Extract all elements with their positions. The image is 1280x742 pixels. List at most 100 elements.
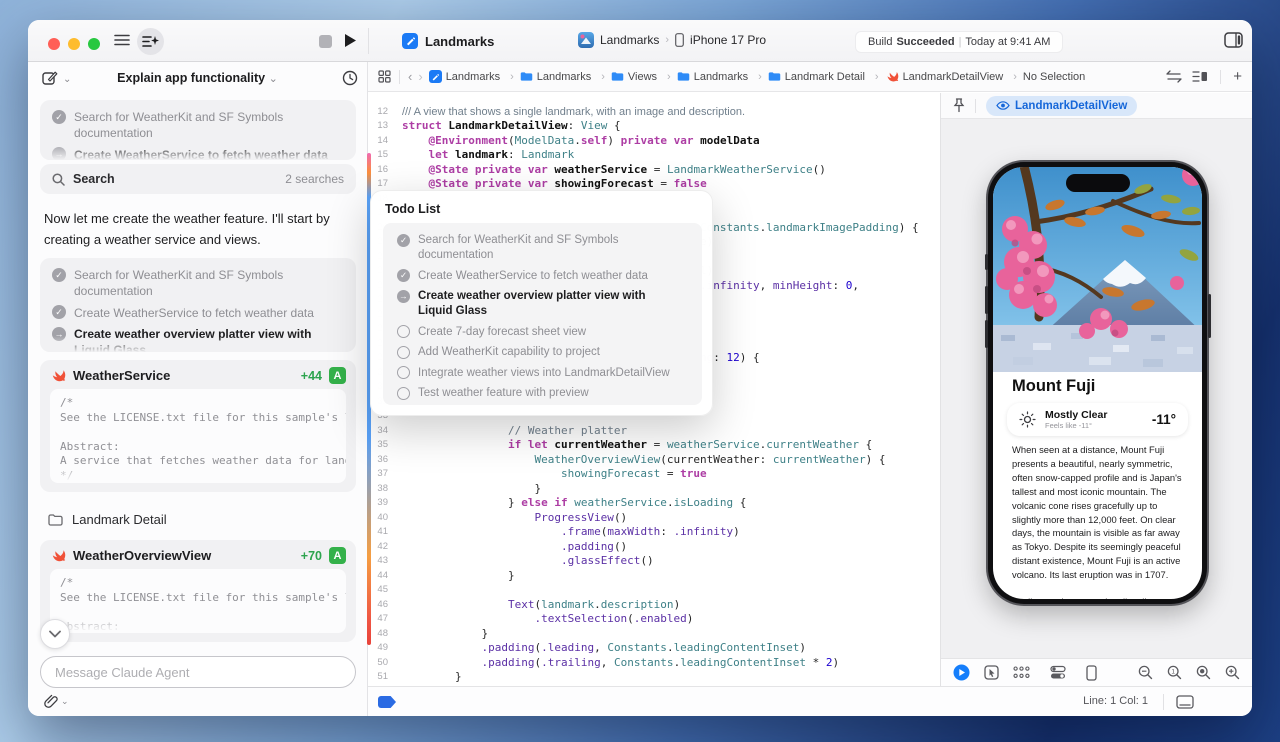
variants-button[interactable] [1013, 666, 1030, 679]
folder-icon [768, 71, 781, 82]
xcode-window: Landmarks Landmarks › iPhone 17 Pro Buil… [28, 20, 1252, 716]
breadcrumb-selection[interactable]: No Selection [1023, 71, 1085, 83]
history-clock-icon[interactable] [342, 70, 358, 86]
search-activity-row[interactable]: Search 2 searches [40, 164, 356, 194]
swift-icon [50, 368, 66, 383]
file-card-weatheroverviewview[interactable]: WeatherOverviewView +70 A /*See the LICE… [40, 540, 356, 642]
breadcrumb-folder[interactable]: Landmarks [520, 71, 611, 83]
zoom-100-icon[interactable]: 1 [1167, 665, 1182, 680]
breadcrumb-folder[interactable]: Landmarks [677, 71, 768, 83]
xcode-project-icon [402, 33, 418, 49]
mount-fuji-photo [993, 167, 1202, 372]
phone-action-button [985, 254, 988, 270]
circle-icon [397, 366, 410, 379]
swift-icon [50, 548, 66, 563]
agent-action-selector[interactable]: Explain app functionality ⌄ [28, 71, 367, 85]
lines-added: +44 [301, 369, 322, 383]
canvas-toolbar: 1 [941, 658, 1252, 686]
todo-item: Add WeatherKit capability to project [387, 342, 698, 363]
build-status[interactable]: Build Succeeded | Today at 9:41 AM [855, 31, 1063, 53]
todo-item: → Create weather overview platter view w… [387, 286, 698, 322]
inspector-toggle-icon[interactable] [1224, 32, 1243, 48]
swift-icon [885, 70, 899, 83]
folder-icon [48, 514, 63, 526]
todo-item: ✓ Search for WeatherKit and SF Symbols d… [387, 230, 698, 266]
forward-chevron-icon[interactable]: › [418, 69, 422, 84]
circle-icon [397, 346, 410, 359]
breadcrumb-folder[interactable]: Landmark Detail [768, 71, 885, 83]
task-card: ✓ Search for WeatherKit and SF Symbols d… [40, 100, 356, 160]
navigator-list-icon[interactable] [114, 33, 130, 47]
weather-condition: Mostly Clear [1045, 409, 1107, 421]
line-col-indicator[interactable]: Line: 1 Col: 1 [1083, 695, 1148, 707]
assistant-message: Now let me create the weather feature. I… [44, 208, 346, 250]
live-preview-button[interactable] [953, 664, 970, 681]
phone-power-button [1208, 294, 1211, 338]
zoom-out-icon[interactable] [1138, 665, 1153, 680]
todo-item: Test weather feature with preview [387, 383, 698, 404]
chevron-separator-icon: › [665, 34, 669, 46]
todo-item: Create 7-day forecast sheet view [387, 322, 698, 343]
popover-title: Todo List [385, 202, 440, 216]
zoom-window-button[interactable] [88, 38, 100, 50]
add-editor-icon[interactable]: + [1233, 68, 1242, 85]
project-title: Landmarks [402, 33, 494, 49]
phone-screen: Mount Fuji Mostly Clear Feels like -11° … [993, 167, 1202, 599]
preview-device-button[interactable] [1086, 665, 1097, 681]
eye-icon [996, 101, 1010, 110]
circle-icon [397, 325, 410, 338]
back-chevron-icon[interactable]: ‹ [408, 69, 412, 84]
attachment-paperclip-icon[interactable] [44, 694, 58, 709]
breadcrumb-project[interactable]: Landmarks [429, 70, 520, 83]
stop-button[interactable] [319, 35, 332, 48]
build-time: Today at 9:41 AM [965, 36, 1050, 48]
device-settings-button[interactable] [1050, 665, 1066, 680]
preview-tab-pill[interactable]: LandmarkDetailView [986, 96, 1137, 116]
task-item: ✓ Search for WeatherKit and SF Symbols d… [40, 106, 356, 144]
attachment-chevron-icon[interactable]: ⌄ [61, 696, 69, 707]
phone-volume-up-button [985, 286, 988, 314]
task-item: ✓ Create WeatherService to fetch weather… [40, 302, 356, 324]
weather-temperature: -11° [1152, 412, 1176, 427]
breakpoint-tag-icon[interactable] [378, 696, 396, 708]
code-review-icon[interactable] [1166, 70, 1182, 83]
sparkle-glyph [151, 36, 159, 45]
todo-item: ✓ Create WeatherService to fetch weather… [387, 266, 698, 287]
file-name: WeatherOverviewView [73, 548, 294, 563]
breadcrumb-file[interactable]: LandmarkDetailView [885, 70, 1023, 83]
toolbar: Landmarks Landmarks › iPhone 17 Pro Buil… [28, 20, 1252, 62]
phone-volume-down-button [985, 320, 988, 348]
pin-icon[interactable] [953, 98, 965, 113]
breadcrumb-folder[interactable]: Views [611, 71, 677, 83]
folder-icon [611, 71, 624, 82]
close-window-button[interactable] [48, 38, 60, 50]
todo-list-popover: Todo List ✓ Search for WeatherKit and SF… [370, 190, 713, 416]
run-button[interactable] [344, 33, 357, 48]
iphone-preview[interactable]: Mount Fuji Mostly Clear Feels like -11° … [988, 162, 1207, 604]
weather-platter[interactable]: Mostly Clear Feels like -11° -11° [1007, 403, 1188, 436]
check-icon: ✓ [52, 305, 66, 319]
search-count: 2 searches [285, 172, 344, 186]
arrow-icon: → [397, 290, 410, 303]
minimize-window-button[interactable] [68, 38, 80, 50]
chevron-down-icon [49, 630, 61, 638]
search-icon [52, 173, 65, 186]
agent-message-input[interactable] [40, 656, 356, 688]
canvas-top-bar: LandmarkDetailView [941, 93, 1252, 119]
claude-agent-toggle-button[interactable] [137, 28, 164, 55]
breadcrumb: Landmarks Landmarks Views Landmarks Land… [429, 70, 1161, 83]
zoom-in-icon[interactable] [1225, 665, 1240, 680]
check-icon: ✓ [397, 269, 410, 282]
zoom-fit-icon[interactable] [1196, 665, 1211, 680]
circle-icon [397, 387, 410, 400]
scroll-to-bottom-button[interactable] [40, 619, 70, 649]
minimap-icon[interactable] [1192, 70, 1208, 83]
related-items-icon[interactable] [378, 70, 391, 83]
check-icon: ✓ [397, 234, 410, 247]
scheme-selector[interactable]: Landmarks › iPhone 17 Pro [578, 32, 766, 48]
file-card-weatherservice[interactable]: WeatherService +44 A /*See the LICENSE.t… [40, 360, 356, 492]
landmark-description: When seen at a distance, Mount Fuji pres… [1012, 443, 1186, 599]
check-icon: ✓ [52, 268, 66, 282]
selectable-mode-button[interactable] [984, 665, 999, 680]
editor-options-icon[interactable] [1176, 695, 1194, 709]
